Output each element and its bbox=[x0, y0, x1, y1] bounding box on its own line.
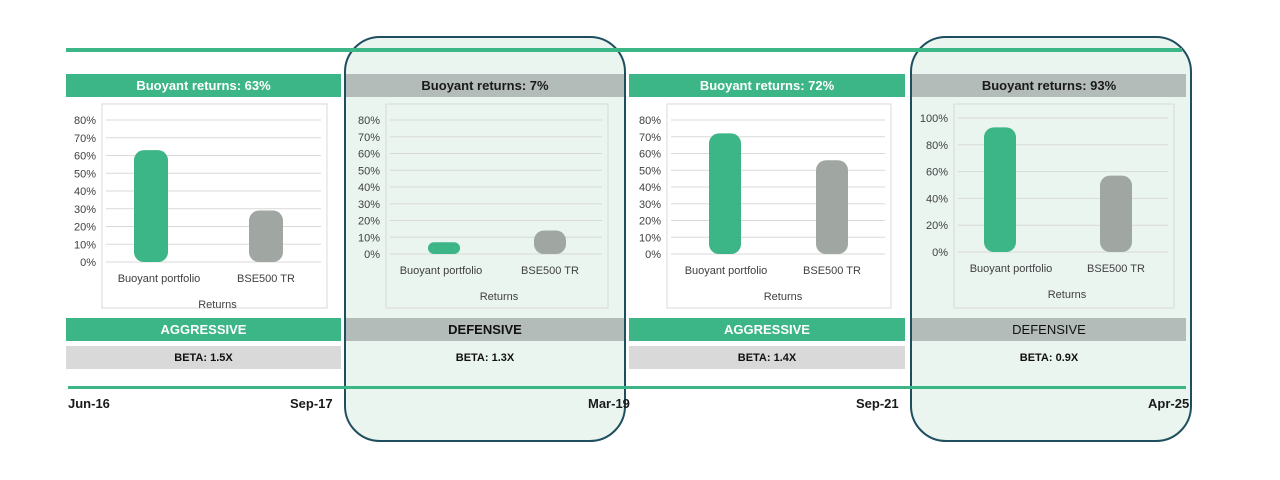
y-tick-label: 10% bbox=[358, 232, 380, 244]
x-tick-label: BSE500 TR bbox=[803, 265, 861, 277]
bar-chart: 0% 10% 20% 30% 40% 50% 60% 70% 80% Buoyant portfo… bbox=[358, 103, 609, 309]
x-tick-label: BSE500 TR bbox=[1087, 263, 1145, 275]
bar-chart: 0% 20% 40% 60% 80% 100% Buoyant portfolio BSE50… bbox=[920, 103, 1175, 309]
panel-title: Buoyant returns: 7% bbox=[346, 74, 624, 97]
bar-bse500-tr bbox=[1100, 175, 1132, 252]
regime-label: DEFENSIVE bbox=[912, 318, 1186, 341]
y-tick-label: 60% bbox=[639, 149, 661, 161]
chart-area: 0% 10% 20% 30% 40% 50% 60% 70% 80% Buoyant portfo… bbox=[629, 102, 905, 309]
y-tick-label: 50% bbox=[358, 165, 380, 177]
beta-value: BETA: 0.9X bbox=[1019, 351, 1079, 364]
beta-value: BETA: 1.5X bbox=[66, 346, 341, 369]
x-axis-title: Returns bbox=[480, 291, 519, 303]
panel-1: Buoyant returns: 63% 0% 10% 20% 30% 40% 50% 60… bbox=[66, 74, 341, 374]
y-tick-label: 10% bbox=[639, 232, 661, 244]
timeline-axis bbox=[68, 386, 1186, 389]
bar-bse500-tr bbox=[534, 230, 566, 254]
y-tick-label: 20% bbox=[926, 220, 948, 232]
y-tick-label: 100% bbox=[920, 113, 948, 125]
y-tick-label: 40% bbox=[639, 182, 661, 194]
x-tick-label: Buoyant portfolio bbox=[970, 263, 1053, 275]
y-tick-label: 70% bbox=[358, 132, 380, 144]
y-tick-label: 20% bbox=[74, 222, 96, 234]
y-tick-label: 40% bbox=[74, 186, 96, 198]
x-tick-label: Buoyant portfolio bbox=[400, 265, 483, 277]
x-tick-label: BSE500 TR bbox=[237, 273, 295, 285]
y-tick-label: 0% bbox=[932, 247, 948, 259]
y-tick-label: 0% bbox=[364, 249, 380, 261]
panel-title: Buoyant returns: 63% bbox=[66, 74, 341, 97]
y-tick-label: 70% bbox=[74, 133, 96, 145]
y-tick-label: 30% bbox=[358, 199, 380, 211]
x-tick-label: Buoyant portfolio bbox=[685, 265, 768, 277]
y-tick-label: 50% bbox=[639, 165, 661, 177]
x-axis-title: Returns bbox=[1048, 289, 1087, 301]
y-tick-label: 40% bbox=[926, 193, 948, 205]
chart-area: 0% 20% 40% 60% 80% 100% Buoyant portfolio BSE50… bbox=[912, 102, 1186, 309]
panel-4: Buoyant returns: 93% 0% 20% 40% 60% 80% 100% B… bbox=[912, 74, 1186, 374]
top-divider bbox=[66, 48, 1182, 52]
bar-buoyant-portfolio bbox=[709, 133, 741, 254]
x-tick-label: Buoyant portfolio bbox=[118, 273, 201, 285]
x-tick-label: BSE500 TR bbox=[521, 265, 579, 277]
y-tick-label: 60% bbox=[926, 167, 948, 179]
plot-frame bbox=[666, 103, 892, 309]
x-axis-title: Returns bbox=[764, 291, 803, 303]
bar-buoyant-portfolio bbox=[428, 242, 460, 254]
y-tick-label: 30% bbox=[639, 199, 661, 211]
panel-3: Buoyant returns: 72% 0% 10% 20% 30% 40% 50% 60… bbox=[629, 74, 905, 374]
y-tick-label: 30% bbox=[74, 204, 96, 216]
y-tick-label: 80% bbox=[358, 115, 380, 127]
panel-title: Buoyant returns: 72% bbox=[629, 74, 905, 97]
y-tick-label: 70% bbox=[639, 132, 661, 144]
panel-2: Buoyant returns: 7% 0% 10% 20% 30% 40% 50% 60%… bbox=[346, 74, 624, 374]
x-axis-title: Returns bbox=[198, 299, 237, 311]
chart-area: 0% 10% 20% 30% 40% 50% 60% 70% 80% Buoyant portfo… bbox=[346, 102, 624, 309]
regime-label: AGGRESSIVE bbox=[629, 318, 905, 341]
chart-area: 0% 10% 20% 30% 40% 50% 60% 70% 80% Buoyant portfo… bbox=[66, 102, 341, 311]
bar-chart: 0% 10% 20% 30% 40% 50% 60% 70% 80% Buoyant portfo… bbox=[74, 103, 328, 311]
timeline-date: Mar-19 bbox=[588, 396, 630, 411]
bar-bse500-tr bbox=[249, 210, 283, 262]
regime-label: AGGRESSIVE bbox=[66, 318, 341, 341]
bar-buoyant-portfolio bbox=[984, 127, 1016, 252]
timeline-date: Sep-21 bbox=[856, 396, 899, 411]
y-tick-label: 40% bbox=[358, 182, 380, 194]
y-tick-label: 50% bbox=[74, 168, 96, 180]
bar-buoyant-portfolio bbox=[134, 150, 168, 262]
timeline-date: Apr-25 bbox=[1148, 396, 1190, 411]
regime-label: DEFENSIVE bbox=[346, 318, 624, 341]
y-tick-label: 80% bbox=[639, 115, 661, 127]
timeline-date: Jun-16 bbox=[68, 396, 110, 411]
y-tick-label: 80% bbox=[926, 140, 948, 152]
panel-title: Buoyant returns: 93% bbox=[912, 74, 1186, 97]
y-tick-label: 60% bbox=[74, 151, 96, 163]
beta-value: BETA: 1.3X bbox=[455, 351, 515, 364]
timeline-date: Sep-17 bbox=[290, 396, 333, 411]
y-tick-label: 10% bbox=[74, 239, 96, 251]
bar-bse500-tr bbox=[816, 160, 848, 254]
y-tick-label: 0% bbox=[645, 249, 661, 261]
y-tick-label: 0% bbox=[80, 257, 96, 269]
y-tick-label: 20% bbox=[358, 216, 380, 228]
y-tick-label: 20% bbox=[639, 216, 661, 228]
y-tick-label: 80% bbox=[74, 115, 96, 127]
y-tick-label: 60% bbox=[358, 149, 380, 161]
beta-value: BETA: 1.4X bbox=[629, 346, 905, 369]
plot-frame bbox=[385, 103, 609, 309]
bar-chart: 0% 10% 20% 30% 40% 50% 60% 70% 80% Buoyant portfo… bbox=[639, 103, 892, 309]
